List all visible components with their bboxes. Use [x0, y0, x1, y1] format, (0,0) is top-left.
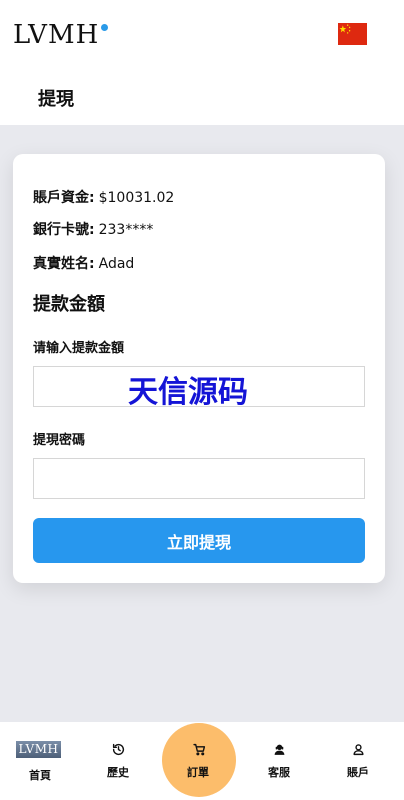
nav-item-service[interactable]: 客服 — [239, 722, 319, 800]
nav-label-order: 訂單 — [187, 766, 209, 779]
top-bar: LVMH — [0, 0, 404, 75]
withdraw-submit-button[interactable]: 立即提現 — [33, 518, 365, 563]
bottom-nav: LVMH 首頁 歷史 訂單 客服 賬戶 — [0, 722, 404, 800]
page-title: 提現 — [38, 89, 74, 110]
support-agent-icon — [274, 744, 285, 755]
real-name-label: 真實姓名: — [33, 256, 95, 272]
balance-label: 賬戶資金: — [33, 190, 95, 206]
title-bar: 提現 — [0, 75, 404, 125]
order-highlight-circle — [162, 723, 236, 797]
nav-item-history[interactable]: 歷史 — [78, 722, 158, 800]
amount-input[interactable] — [33, 366, 365, 407]
logo-dot-icon — [101, 24, 108, 31]
nav-item-home[interactable]: LVMH 首頁 — [0, 722, 80, 800]
nav-item-account[interactable]: 賬戶 — [318, 722, 398, 800]
nav-item-order[interactable]: 訂單 — [158, 722, 238, 800]
brand-logo[interactable]: LVMH — [13, 20, 99, 50]
password-field-label: 提現密碼 — [33, 433, 86, 448]
cart-icon — [193, 743, 206, 756]
bank-card-row: 銀行卡號: 233**** — [33, 219, 153, 239]
withdraw-amount-title: 提款金額 — [33, 294, 105, 315]
history-icon — [112, 743, 125, 756]
nav-label-history: 歷史 — [107, 766, 129, 779]
amount-field-label: 请输入提款金額 — [33, 341, 125, 356]
bank-card-label: 銀行卡號: — [33, 222, 95, 238]
balance-row: 賬戶資金: $10031.02 — [33, 187, 174, 207]
bank-card-value: 233**** — [98, 222, 154, 238]
withdraw-password-input[interactable] — [33, 458, 365, 499]
real-name-value: Adad — [98, 256, 135, 272]
home-logo-icon: LVMH — [16, 741, 61, 758]
real-name-row: 真實姓名: Adad — [33, 253, 134, 273]
nav-label-account: 賬戶 — [347, 766, 369, 779]
balance-value: $10031.02 — [98, 190, 175, 206]
withdraw-card: 賬戶資金: $10031.02 銀行卡號: 233**** 真實姓名: Adad 提款… — [13, 154, 385, 583]
nav-label-home: 首頁 — [29, 769, 51, 782]
nav-label-service: 客服 — [268, 766, 290, 779]
user-icon — [353, 744, 364, 756]
china-flag-icon[interactable] — [338, 23, 367, 45]
